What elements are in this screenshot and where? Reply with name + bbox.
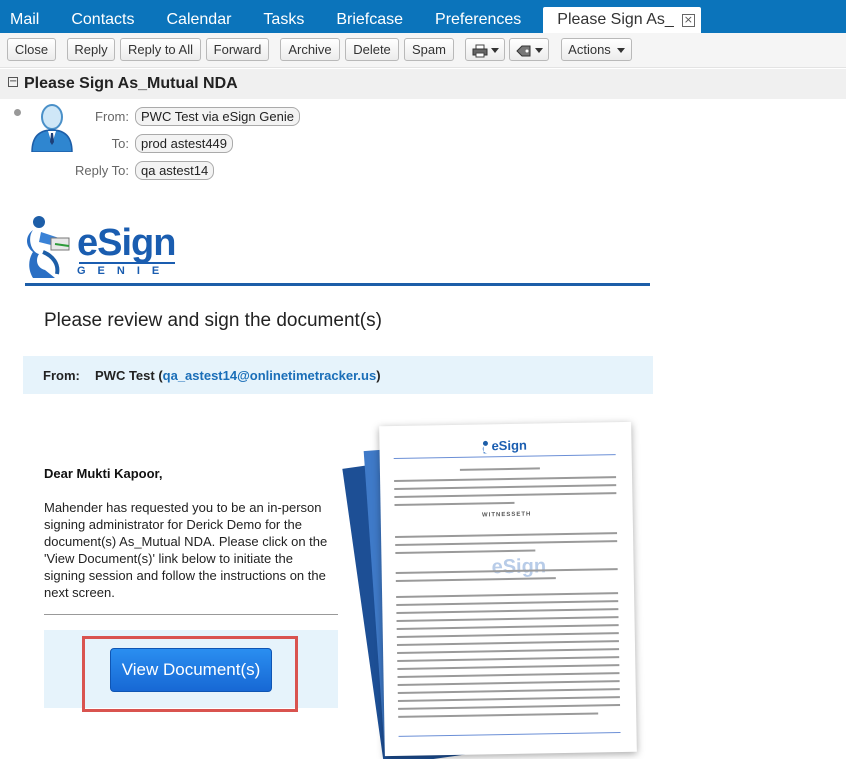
tab-message[interactable]: Please Sign As_ × xyxy=(543,7,701,33)
from-label: From: xyxy=(95,109,129,124)
reply-to-address[interactable]: qa astest14 xyxy=(135,161,215,180)
tab-message-label: Please Sign As_ xyxy=(557,11,674,28)
genie-icon xyxy=(27,216,70,278)
tab-calendar[interactable]: Calendar xyxy=(150,0,247,33)
archive-button[interactable]: Archive xyxy=(280,38,340,61)
reply-all-button[interactable]: Reply to All xyxy=(120,38,201,61)
print-dropdown[interactable] xyxy=(465,38,505,61)
subject-title: Please Sign As_Mutual NDA xyxy=(24,75,238,92)
top-nav: Mail Contacts Calendar Tasks Briefcase P… xyxy=(0,0,846,33)
printer-icon xyxy=(472,44,487,58)
doc-section-title: WITNESSETH xyxy=(481,511,532,519)
sender-label: From: xyxy=(43,368,80,383)
sender-email-link[interactable]: qa_astest14@onlinetimetracker.us xyxy=(163,368,377,383)
sender-paren-close: ) xyxy=(376,368,381,383)
doc-logo-icon xyxy=(482,440,488,454)
spam-button[interactable]: Spam xyxy=(404,38,454,61)
tab-contacts[interactable]: Contacts xyxy=(55,0,150,33)
doc-sheet-front: eSign WITNESSETH eSign xyxy=(379,421,637,757)
tab-preferences[interactable]: Preferences xyxy=(419,0,537,33)
sender-value: PWC Test (qa_astest14@onlinetimetracker.… xyxy=(95,368,381,383)
tab-tasks[interactable]: Tasks xyxy=(247,0,320,33)
close-tab-icon[interactable]: × xyxy=(681,13,695,27)
logo-subtext: GENIE xyxy=(77,265,172,277)
delete-button[interactable]: Delete xyxy=(345,38,399,61)
to-label: To: xyxy=(111,136,129,151)
greeting: Dear Mukti Kapoor, xyxy=(44,466,163,481)
reply-button[interactable]: Reply xyxy=(67,38,115,61)
forward-button[interactable]: Forward xyxy=(206,38,269,61)
from-address[interactable]: PWC Test via eSign Genie xyxy=(135,107,300,126)
sender-bar: From: PWC Test (qa_astest14@onlinetimetr… xyxy=(23,356,653,394)
email-heading: Please review and sign the document(s) xyxy=(44,310,382,331)
view-documents-button[interactable]: View Document(s) xyxy=(110,648,272,692)
header-divider xyxy=(25,283,650,286)
tag-dropdown[interactable] xyxy=(509,38,549,61)
tab-mail[interactable]: Mail xyxy=(0,0,55,33)
document-preview: eSign WITNESSETH eSign xyxy=(342,420,638,759)
tab-briefcase[interactable]: Briefcase xyxy=(320,0,419,33)
doc-watermark: eSign xyxy=(491,555,547,579)
esign-genie-logo: eSign GENIE xyxy=(25,208,185,280)
to-address[interactable]: prod astest449 xyxy=(135,134,234,153)
tag-icon xyxy=(515,45,530,57)
subject-bar: − Please Sign As_Mutual NDA xyxy=(0,69,846,99)
doc-logo-text: eSign xyxy=(491,437,528,454)
sender-name: PWC Test ( xyxy=(95,368,163,383)
reply-to-label: Reply To: xyxy=(75,163,129,178)
collapse-icon[interactable]: − xyxy=(8,77,18,87)
actions-dropdown[interactable]: Actions xyxy=(561,38,632,61)
message-toolbar: Close Reply Reply to All Forward Archive… xyxy=(0,33,846,68)
message-body: Mahender has requested you to be an in-p… xyxy=(44,500,328,600)
message-divider xyxy=(44,614,338,615)
logo-text: eSign xyxy=(77,222,176,264)
close-button[interactable]: Close xyxy=(7,38,56,61)
actions-label: Actions xyxy=(568,42,611,57)
chevron-down-icon xyxy=(616,48,625,54)
